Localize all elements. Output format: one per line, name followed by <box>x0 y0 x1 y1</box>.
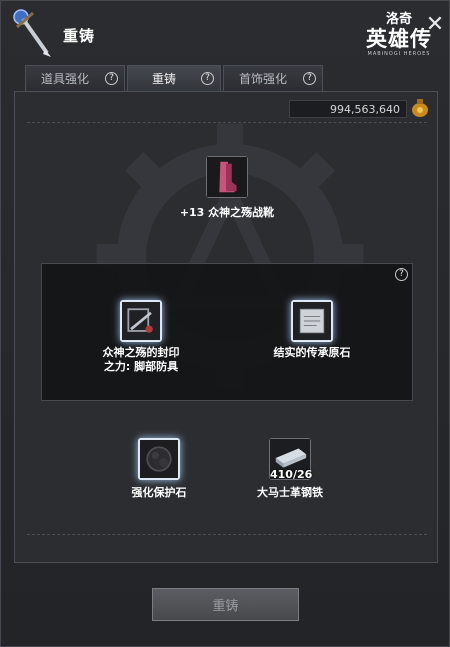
seal-label-line2: 之力: 脚部防具 <box>103 360 179 373</box>
tab-accessory-enhance[interactable]: 首饰强化 ? <box>223 65 323 91</box>
gold-amount: 994,563,640 <box>289 100 407 118</box>
steel-ingot-count: 410/26 <box>270 468 313 481</box>
reforge-window: 重铸 洛奇 英雄传 MABINOGI HEROES ✕ 道具强化 ? 重铸 ? … <box>0 0 450 647</box>
logo-sub-text: MABINOGI HEROES <box>367 51 431 57</box>
target-item-name: +13 众神之殇战靴 <box>179 206 275 219</box>
protection-stone-slot[interactable] <box>138 438 180 480</box>
help-icon[interactable]: ? <box>395 268 408 281</box>
inheritance-stone-icon <box>293 302 331 340</box>
tab-item-enhance[interactable]: 道具强化 ? <box>25 65 125 91</box>
stone-material-slot[interactable] <box>291 300 333 342</box>
protection-stone-icon <box>140 440 178 478</box>
gold-value: 994,563,640 <box>330 102 400 116</box>
protection-stone-name: 强化保护石 <box>131 486 187 499</box>
reforge-button[interactable]: 重铸 <box>152 588 299 621</box>
divider <box>27 122 427 123</box>
tab-label: 重铸 <box>151 72 176 86</box>
seal-label-line1: 众神之殇的封印 <box>102 346 180 359</box>
seal-material-slot[interactable] <box>120 300 162 342</box>
seal-scroll-icon <box>122 302 160 340</box>
title-bar[interactable]: 重铸 洛奇 英雄传 MABINOGI HEROES ✕ <box>1 1 450 63</box>
target-item-slot[interactable] <box>206 156 248 198</box>
reforge-panel: 994,563,640 +13 众神之殇战靴 ? 众神之殇的封印 之力: 脚部防… <box>14 91 438 563</box>
window-title: 重铸 <box>63 27 96 45</box>
material-area: ? 众神之殇的封印 之力: 脚部防具 结实的传承原石 <box>41 263 413 401</box>
stone-material-name: 结实的传承原石 <box>273 346 351 359</box>
tab-reforge[interactable]: 重铸 ? <box>127 65 221 91</box>
steel-ingot-slot[interactable]: 410/26 <box>269 438 313 481</box>
seal-material-name: 众神之殇的封印 之力: 脚部防具 <box>75 346 207 374</box>
close-icon[interactable]: ✕ <box>425 14 445 36</box>
tab-label: 道具强化 <box>40 72 89 86</box>
help-icon[interactable]: ? <box>303 72 316 85</box>
help-icon[interactable]: ? <box>105 72 118 85</box>
tab-label: 首饰强化 <box>238 72 287 86</box>
divider <box>27 534 427 535</box>
boots-icon <box>207 157 247 197</box>
sword-emblem-icon <box>13 9 51 57</box>
tab-bar: 道具强化 ? 重铸 ? 首饰强化 ? <box>25 65 325 91</box>
money-bag-icon <box>412 99 428 117</box>
help-icon[interactable]: ? <box>201 72 214 85</box>
steel-ingot-name: 大马士革钢铁 <box>257 486 323 499</box>
